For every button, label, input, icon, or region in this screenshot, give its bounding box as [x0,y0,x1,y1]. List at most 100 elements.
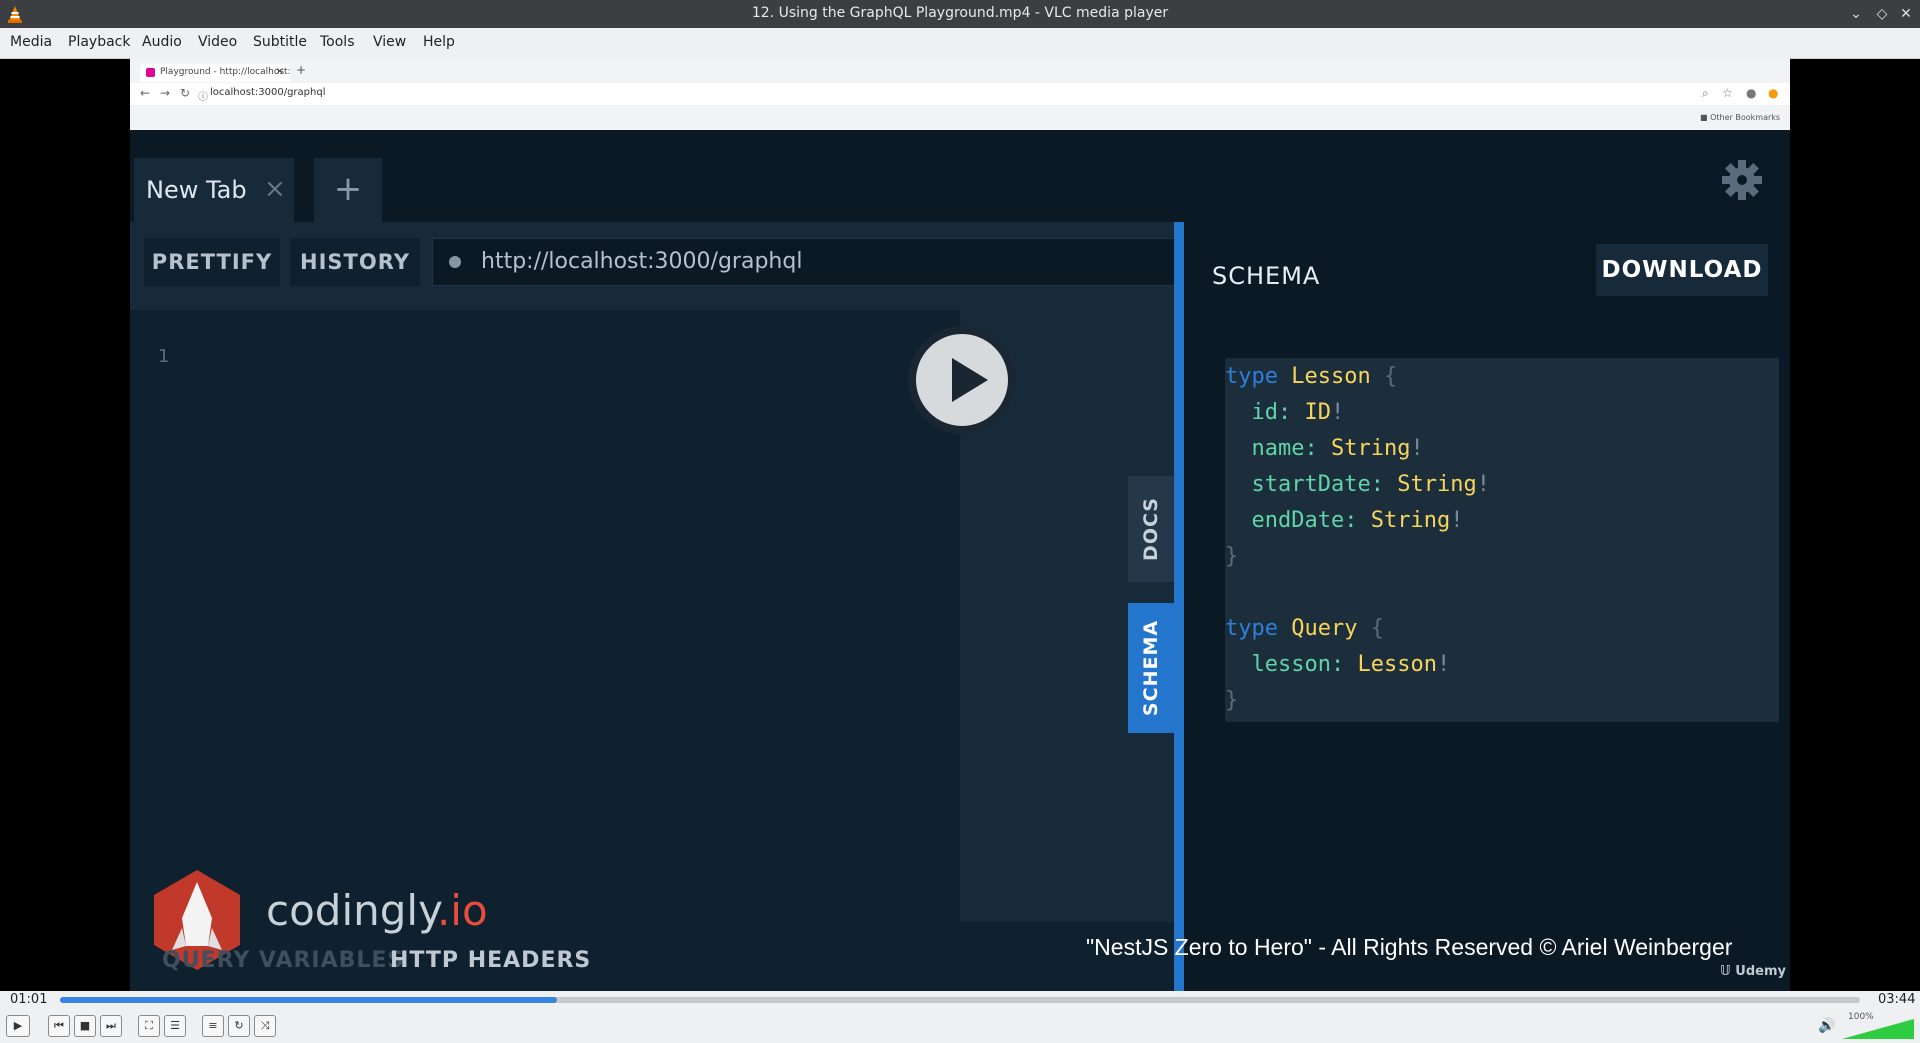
browser-new-tab-icon: + [296,63,307,77]
code-field-name: id [1251,400,1279,425]
add-tab-icon: + [314,158,382,222]
code-brace: } [1225,688,1239,713]
loop-button[interactable]: ↻ [228,1015,250,1037]
menu-audio[interactable]: Audio [142,34,182,50]
seek-progress [60,997,557,1003]
code-field-type: Lesson [1357,652,1437,677]
code-field-type: String [1370,508,1451,533]
panel-divider [1174,222,1184,991]
menu-help[interactable]: Help [423,34,455,50]
playlist-button[interactable]: ≡ [202,1015,224,1037]
code-line: type Query { [1225,616,1384,641]
next-button[interactable]: ⏭ [100,1015,122,1037]
menu-playback[interactable]: Playback [68,34,130,50]
forward-arrow-icon: → [160,86,171,100]
udemy-logo-icon: 𝕌 [1720,964,1731,979]
code-field-name: startDate [1251,472,1371,497]
logo-tld: .io [436,886,488,935]
schema-tab-label: SCHEMA [1140,619,1162,717]
udemy-text: Udemy [1735,964,1786,979]
code-field-name: name [1251,436,1305,461]
code-brace: } [1225,544,1239,569]
code-line: endDate: String! [1251,508,1464,533]
elapsed-time: 01:01 [10,992,48,1007]
code-line: type Lesson { [1225,364,1397,389]
query-editor: 1 [130,310,960,922]
code-field-type: String [1330,436,1411,461]
speaker-icon[interactable]: 🔊 [1818,1018,1835,1034]
volume-slider[interactable] [1842,1019,1914,1039]
browser-tab-close-icon: × [275,66,284,77]
play-triangle-icon [952,358,988,402]
playground-toolbar: PRETTIFY HISTORY http://localhost:3000/g… [130,222,1176,310]
menu-tools[interactable]: Tools [320,34,355,50]
browser-address-bar: ← → ↻ ⓘ localhost:3000/graphql ⌕ ☆ ● ● [130,83,1790,105]
browser-chrome: Playground - http://localhost: × + ← → ↻… [130,58,1790,130]
star-icon: ☆ [1722,86,1733,100]
gear-icon [1722,160,1762,200]
playground-tab-row: New Tab × + [130,130,1790,222]
menu-view[interactable]: View [373,34,406,50]
seek-row: 01:01 03:44 [0,991,1920,1009]
minimize-icon[interactable]: ⌄ [1846,4,1866,24]
codingly-wordmark: codingly.io [266,886,488,935]
endpoint-url-text: http://localhost:3000/graphql [481,249,803,274]
fullscreen-button[interactable]: ⛶ [138,1015,160,1037]
previous-button[interactable]: ⏮ [48,1015,70,1037]
code-type-name: Query [1291,616,1358,641]
code-field-type: ID [1304,400,1332,425]
close-window-icon[interactable]: ✕ [1896,4,1916,24]
http-headers-tab: HTTP HEADERS [390,948,592,973]
code-keyword: type [1225,364,1278,389]
play-button[interactable]: ▶ [6,1015,30,1037]
schema-panel: SCHEMA DOWNLOAD type Lesson { id: ID! na… [1184,222,1790,991]
menu-video[interactable]: Video [198,34,237,50]
info-icon: ⓘ [198,92,208,103]
menu-bar: Media Playback Audio Video Subtitle Tool… [0,28,1920,59]
code-brace: { [1383,364,1398,389]
code-field-type: String [1397,472,1477,497]
window-titlebar: 12. Using the GraphQL Playground.mp4 - V… [0,0,1920,28]
code-line: name: String! [1251,436,1424,461]
docs-tab-label: DOCS [1140,497,1162,561]
copyright-text: "NestJS Zero to Hero" - All Rights Reser… [1086,934,1733,960]
back-arrow-icon: ← [140,86,151,100]
playground-tab-label: New Tab [146,176,247,204]
code-line: id: ID! [1251,400,1345,425]
browser-tab: Playground - http://localhost: × [140,64,291,82]
total-time: 03:44 [1878,992,1916,1007]
maximize-icon[interactable]: ◇ [1872,4,1892,24]
docs-side-tab: DOCS [1128,476,1174,582]
browser-url: localhost:3000/graphql [210,87,326,98]
history-button: HISTORY [290,238,420,286]
code-keyword: type [1225,616,1278,641]
playground-tab: New Tab × [134,158,294,222]
download-button: DOWNLOAD [1596,244,1768,296]
code-field-name: endDate [1251,508,1345,533]
code-brace: { [1370,616,1384,641]
graphql-favicon-icon [146,68,155,77]
schema-code-block: type Lesson { id: ID! name: String! star… [1225,358,1779,722]
prettify-button: PRETTIFY [144,238,280,286]
seek-slider[interactable] [60,997,1860,1003]
menu-media[interactable]: Media [10,34,52,50]
execute-query-play-button [908,326,1016,434]
udemy-watermark: 𝕌 Udemy [1720,964,1786,979]
reload-icon: ↻ [180,86,191,100]
video-frame[interactable]: Playground - http://localhost: × + ← → ↻… [130,58,1790,991]
code-line: lesson: Lesson! [1251,652,1451,677]
extended-settings-button[interactable]: ☰ [164,1015,186,1037]
endpoint-url-field: http://localhost:3000/graphql [432,238,1176,286]
bookmarks-label: ■ Other Bookmarks [1700,113,1781,122]
code-line: } [1225,688,1238,713]
alert-icon: ● [1768,86,1779,100]
zoom-icon: ⌕ [1702,86,1709,100]
connection-status-dot [449,256,461,268]
menu-subtitle[interactable]: Subtitle [253,34,307,50]
logo-text: codingly [266,886,437,935]
shuffle-button[interactable]: ⤨ [254,1015,276,1037]
code-field-name: lesson [1251,652,1331,677]
line-number: 1 [158,346,170,367]
profile-avatar-icon: ● [1746,86,1757,100]
stop-button[interactable]: ■ [74,1015,96,1037]
